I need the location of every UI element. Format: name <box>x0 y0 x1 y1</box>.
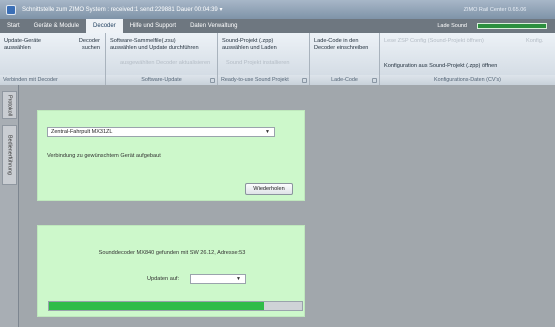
sound-installieren-button[interactable]: Sound Projekt installieren <box>226 60 289 67</box>
ribbon: Update-Geräte auswählen Decoder suchen V… <box>0 33 555 85</box>
device-select[interactable]: Zentral-Fahrpult MX31ZL ▼ <box>47 127 275 137</box>
btn-line: auswählen <box>4 44 31 51</box>
group-label-lade-code: Lade-Code <box>310 75 379 85</box>
window-title: Schnittstelle zum ZIMO System : received… <box>22 6 435 13</box>
chevron-down-icon[interactable]: ▾ <box>219 7 222 13</box>
decoder-aktualisieren-button[interactable]: ausgewählten Decoder aktualisieren <box>120 60 210 67</box>
btn-line: ausgewählten Decoder aktualisieren <box>120 60 211 66</box>
menu-geraete-module[interactable]: Geräte & Module <box>27 19 86 33</box>
title-bar: Schnittstelle zum ZIMO System : received… <box>0 0 555 19</box>
group-lade-code: Lade-Code in den Decoder einschreiben La… <box>310 33 380 85</box>
connection-status-text: Verbindung zu gewünschtem Gerät aufgebau… <box>47 153 161 159</box>
group-sound-projekt: Sound-Projekt (.zpp) auswählen und Laden… <box>218 33 310 85</box>
chevron-down-icon: ▼ <box>236 276 241 282</box>
lese-zsp-config-button[interactable]: Lese ZSP Config (Sound-Projekt öffnen) <box>384 38 484 45</box>
tab-protokoll-label: Protokoll <box>6 94 13 116</box>
menu-bar: Start Geräte & Module Decoder Hilfe und … <box>0 19 555 33</box>
btn-line: Sound Projekt installieren <box>226 60 290 66</box>
update-version-select[interactable]: ▼ <box>190 274 246 284</box>
btn-line: Sound-Projekt (.zpp) <box>222 38 274 44</box>
lade-code-button[interactable]: Lade-Code in den Decoder einschreiben <box>314 38 368 51</box>
wiederholen-button[interactable]: Wiederholen <box>245 183 293 195</box>
dialog-launcher-icon[interactable] <box>210 78 215 83</box>
app-icon[interactable] <box>6 4 16 15</box>
btn-line: Software-Sammelfile(.zsu) <box>110 38 176 44</box>
update-progress-bar <box>48 301 303 311</box>
sound-projekt-button[interactable]: Sound-Projekt (.zpp) auswählen und Laden <box>222 38 277 51</box>
menu-hilfe-support[interactable]: Hilfe und Support <box>123 19 183 33</box>
decoder-suchen-button[interactable]: Decoder suchen <box>50 38 100 51</box>
update-geraete-button[interactable]: Update-Geräte auswählen <box>4 38 41 51</box>
btn-line: auswählen und Laden <box>222 44 277 51</box>
software-sammelfile-button[interactable]: Software-Sammelfile(.zsu) auswählen und … <box>110 38 199 51</box>
menu-daten-verwaltung[interactable]: Daten Verwaltung <box>183 19 244 33</box>
menu-start[interactable]: Start <box>0 19 27 33</box>
main-content: Zentral-Fahrpult MX31ZL ▼ Verbindung zu … <box>19 85 555 327</box>
btn-line: Decoder <box>78 38 100 44</box>
konfiguration-oeffnen-button[interactable]: Konfiguration aus Sound-Projekt (.zpp) ö… <box>384 63 497 70</box>
group-konfiguration: Lese ZSP Config (Sound-Projekt öffnen) K… <box>380 33 555 85</box>
tab-protokoll[interactable]: Protokoll <box>2 91 17 119</box>
lade-sound-progress <box>477 23 547 29</box>
lade-sound-area: Lade Sound <box>437 23 555 29</box>
dialog-launcher-icon[interactable] <box>372 78 377 83</box>
group-software-update: Software-Sammelfile(.zsu) auswählen und … <box>106 33 218 85</box>
tab-bedienerfuehrung[interactable]: Bedienerführung <box>2 125 17 185</box>
tab-bedienerfuehrung-label: Bedienerführung <box>6 135 13 175</box>
device-select-value: Zentral-Fahrpult MX31ZL <box>51 129 113 135</box>
group-label-sound-projekt: Ready-to-use Sound Projekt <box>218 75 309 85</box>
decoder-panel: Sounddecoder MX840 gefunden mit SW 26.12… <box>37 225 305 317</box>
group-verbinden: Update-Geräte auswählen Decoder suchen V… <box>0 33 106 85</box>
update-progress-fill <box>49 302 265 310</box>
konfig-button[interactable]: Konfig. <box>526 38 543 45</box>
chevron-down-icon: ▼ <box>265 129 270 135</box>
menu-decoder[interactable]: Decoder <box>86 19 123 33</box>
group-label-software-update: Software-Update <box>106 75 217 85</box>
btn-line: auswählen und Update durchführen <box>110 44 199 51</box>
btn-line: suchen <box>81 44 100 51</box>
btn-line: Lade-Code in den <box>314 38 359 44</box>
app-name: ZIMO Rail Center 0.65.06 <box>463 6 527 13</box>
btn-line: Decoder einschreiben <box>314 44 369 51</box>
group-label-verbinden: Verbinden mit Decoder <box>0 75 105 85</box>
lade-sound-label: Lade Sound <box>437 23 467 29</box>
btn-line: Update-Geräte <box>4 38 42 44</box>
decoder-found-text: Sounddecoder MX840 gefunden mit SW 26.12… <box>98 250 246 256</box>
left-tab-rail: Protokoll Bedienerführung <box>0 85 19 327</box>
dialog-launcher-icon[interactable] <box>302 78 307 83</box>
updaten-auf-label: Updaten auf: <box>147 276 180 282</box>
group-label-konfiguration: Konfigurations-Daten (CV's) <box>380 75 555 85</box>
connection-panel: Zentral-Fahrpult MX31ZL ▼ Verbindung zu … <box>37 110 305 201</box>
window-title-text: Schnittstelle zum ZIMO System : received… <box>22 7 218 13</box>
